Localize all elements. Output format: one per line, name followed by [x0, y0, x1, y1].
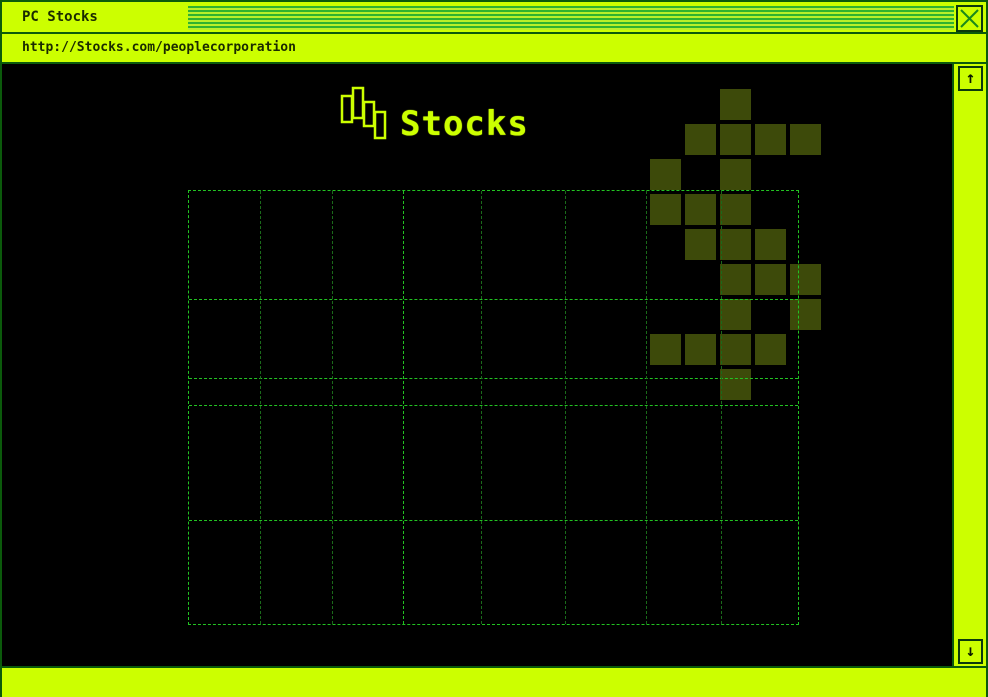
- table-row-divider: [189, 378, 798, 379]
- table-column-divider: [260, 191, 261, 624]
- browser-window: PC Stocks http://Stocks.com/peoplecorpor…: [0, 0, 988, 697]
- scroll-up-button[interactable]: ↑: [958, 66, 983, 91]
- close-button[interactable]: [956, 5, 983, 32]
- close-icon: [960, 9, 979, 28]
- table-row-divider: [189, 520, 798, 521]
- title-bar-stripes: [188, 6, 954, 30]
- status-bar: [2, 666, 986, 697]
- arrow-up-icon: ↑: [965, 68, 976, 87]
- address-bar[interactable]: http://Stocks.com/peoplecorporation: [2, 34, 986, 64]
- scroll-down-button[interactable]: ↓: [958, 639, 983, 664]
- stocks-bars-icon: [340, 86, 390, 144]
- table-column-divider: [403, 191, 404, 624]
- vertical-scrollbar[interactable]: ↑ ↓: [952, 64, 986, 666]
- table-column-divider: [565, 191, 566, 624]
- stocks-table: [188, 190, 799, 625]
- page-title: Stocks: [400, 104, 529, 144]
- table-row-divider: [189, 299, 798, 300]
- table-column-divider: [481, 191, 482, 624]
- table-column-divider: [646, 191, 647, 624]
- url-text[interactable]: http://Stocks.com/peoplecorporation: [22, 40, 296, 55]
- table-row-divider: [189, 405, 798, 406]
- window-title: PC Stocks: [22, 9, 98, 25]
- page-content: Stocks: [2, 64, 952, 666]
- title-bar[interactable]: PC Stocks: [2, 2, 986, 34]
- arrow-down-icon: ↓: [965, 641, 976, 660]
- table-column-divider: [721, 191, 722, 624]
- table-column-divider: [332, 191, 333, 624]
